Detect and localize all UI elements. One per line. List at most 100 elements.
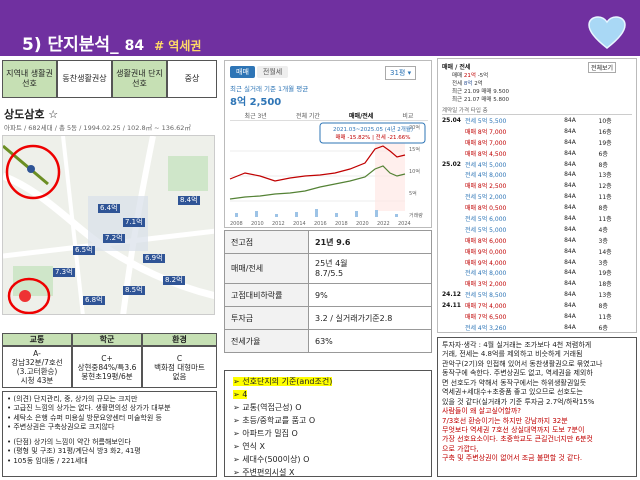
x-tick-label: 2020 [356, 221, 369, 227]
table-row[interactable]: 매매 8억 4,500 84A 6층 [440, 148, 634, 159]
summary-transport: A- 강남32분/7호선 (3.고터환승) 시청 43분 [2, 346, 72, 388]
size-select[interactable]: 31평 ▾ [385, 66, 417, 80]
summary-head-transport: 교통 [2, 333, 72, 346]
tx-title: 매매 / 전세 [442, 64, 471, 71]
range-compare[interactable]: 비교 [402, 111, 413, 120]
table-row[interactable]: 매매 8억 2,500 84A 12층 [440, 180, 634, 191]
info-row: 전세가율 63% [224, 329, 432, 353]
chart-price: 8억 2,500 [230, 97, 282, 108]
tx-stat-row: 매매 21억 -5억 [452, 73, 489, 79]
tx-stat-row: 최근 21.07 매매 5.800 [452, 97, 509, 103]
map-price-label[interactable]: 6.5억 [73, 246, 95, 256]
x-tick-label: 2024 [398, 221, 411, 227]
y-tick-label: 5억 [409, 190, 417, 197]
table-row[interactable]: 24.11 매매 7억 4,000 84A 8층 [440, 300, 634, 311]
map-price-label[interactable]: 6.9억 [143, 254, 165, 264]
table-row[interactable]: 매매 8억 0,500 84A 8층 [440, 202, 634, 213]
map-price-label[interactable]: 8.2억 [163, 276, 185, 286]
criteria-complex-pref: 생활권내 단지 선호 [112, 60, 167, 98]
table-row[interactable]: 매매 8억 6,000 84A 3층 [440, 235, 634, 246]
checklist-item: ➢ 아파트가 밀집 O [233, 429, 298, 438]
tx-stat-row: 최근 21.09 매매 9.500 [452, 89, 509, 95]
x-axis-labels: 2008 2010 2012 2014 2016 2018 2020 2022 2024 [230, 221, 411, 227]
y-tick-label: 15억 [409, 146, 420, 153]
note-line: • (평형 및 구조) 31평/계단식 방3 화2, 41평 [7, 447, 141, 456]
info-row: 투자금 3.2 / 실거래가기준2.8 [224, 306, 432, 330]
table-row[interactable]: 매매 3억 2,000 84A 18층 [440, 278, 634, 289]
comment-line: 거래, 전세는 4.8억를 제외하고 비슷하게 거래됨 [442, 350, 583, 359]
range-3y[interactable]: 최근 3년 [245, 111, 267, 120]
tx-stat-row: 전세 8억 2억 [452, 81, 483, 87]
transactions-panel: 매매 / 전세 전체보기 매매 21억 -5억 전세 8억 2억 최근 21.0… [437, 58, 637, 333]
comment-line: 관악구(2기)와 인접해 있어서 동찬생활권으로 묶였고나 [442, 359, 603, 368]
summary-head-school: 학군 [72, 333, 142, 346]
comment-highlight-line: 구축 및 주변상권이 없어서 조금 불편할 것 같다. [442, 454, 583, 463]
checklist-item: ➢ 세대수(500이상) O [233, 455, 310, 464]
tx-filter-select[interactable]: 전체보기 [588, 62, 617, 73]
checklist-title: ➢ 선호단지의 기준(and조건) [233, 377, 333, 386]
summary-environment: C 백화점 대형마트 없음 [142, 346, 217, 388]
tab-sale[interactable]: 매매 [230, 66, 255, 78]
chart-subtitle: 최근 실거래 기준 1개월 평균 [230, 85, 309, 93]
tooltip-range: 2021.03~2025.05 (4년 2개월) [332, 127, 414, 133]
table-row[interactable]: 전세 4억 8,000 84A 13층 [440, 169, 634, 180]
table-row[interactable]: 매매 9억 0,000 84A 14층 [440, 246, 634, 257]
comment-highlight-line: 가장 선호요소이다. 초중학교도 큰길건너지만 6분컷 [442, 435, 593, 444]
comment-line: 역세권+세대수+초중품 좋고 있으므로 선호도는 [442, 388, 583, 397]
x-tick-label: 2014 [293, 221, 306, 227]
table-row[interactable]: 전세 4억 3,260 84A 6층 [440, 322, 634, 332]
range-all[interactable]: 전체 기간 [296, 111, 320, 120]
header-tag: # 역세권 [154, 39, 202, 53]
table-row[interactable]: 25.02 전세 4억 5,000 84A 8층 [440, 159, 634, 170]
y-tick-label: 10억 [409, 168, 420, 175]
note-line: • 105동 임대동 / 221세대 [7, 456, 88, 465]
map-price-label[interactable]: 8.5억 [123, 286, 145, 296]
x-tick-label: 2012 [272, 221, 285, 227]
checklist-item: ➢ 4 [233, 390, 248, 399]
x-tick-label: 2016 [314, 221, 327, 227]
tab-rent[interactable]: 전월세 [256, 66, 289, 78]
table-row[interactable]: 전세 5억 5,000 84A 4층 [440, 224, 634, 235]
tooltip-change: 매매 -15.82% | 전세 -21.66% [335, 135, 411, 141]
notes-box: • (의견) 단지관리, 중, 상가의 규모는 크지만 • 고급진 느낌의 상가… [2, 391, 217, 477]
criteria-region-pref: 지역내 생활권 선호 [2, 60, 57, 98]
y-tick-label: 거래량 [409, 212, 423, 219]
map-price-label[interactable]: 7.3억 [53, 268, 75, 278]
summary-head-environment: 환경 [142, 333, 217, 346]
info-row: 매매/전세 25년 4월 8.7/5.5 [224, 253, 432, 284]
range-sale-rent[interactable]: 매매/전세 [349, 111, 373, 120]
summary-school: C+ 상현중84%/특3.6 봉현초19평/6분 [72, 346, 142, 388]
table-row[interactable]: 매매 8억 7,000 84A 19층 [440, 137, 634, 148]
map-price-label[interactable]: 6.8억 [83, 296, 105, 306]
table-row[interactable]: 매매 8억 7,000 84A 16층 [440, 126, 634, 137]
complex-size: 84 [124, 38, 145, 54]
comment-box: 투자자·생각 : 4월 실거래는 조가보다 4천 저렴하게 거래, 전세는 4.8… [437, 337, 637, 477]
map-price-label[interactable]: 7.2억 [103, 234, 125, 244]
table-row[interactable]: 24.12 전세 5억 8,500 84A 13층 [440, 289, 634, 300]
comment-highlight-line: 7/3호선 환승이기는 하지만 강남까지 32분 [442, 416, 568, 425]
map-price-label[interactable]: 8.4억 [178, 196, 200, 206]
table-row[interactable]: 25.04 전세 5억 5,500 84A 10층 [440, 115, 634, 126]
chevron-down-icon: ▾ [407, 69, 412, 77]
map-price-label[interactable]: 6.4억 [98, 204, 120, 214]
x-tick-label: 2022 [377, 221, 390, 227]
note-line: • 주변상권은 구축상권으로 크지않다 [7, 423, 115, 432]
table-row[interactable]: 전세 5억 2,000 84A 11층 [440, 191, 634, 202]
table-row[interactable]: 매매 7억 6,500 84A 11층 [440, 311, 634, 322]
x-tick-label: 2010 [251, 221, 264, 227]
table-row[interactable]: 전세 5억 6,000 84A 11층 [440, 213, 634, 224]
map-canvas [3, 136, 214, 314]
map-price-label[interactable]: 7.1억 [123, 218, 145, 228]
page-title: 5) 단지분석_ 84 # 역세권 [22, 35, 202, 55]
x-tick-label: 2018 [335, 221, 348, 227]
location-map[interactable]: 6.4억 7.1억 7.2억 6.5억 6.9억 8.4억 7.3억 8.2억 … [2, 135, 215, 315]
info-row: 전고점 21년 9.6 [224, 230, 432, 254]
info-table: 전고점 21년 9.6 매매/전세 25년 4월 8.7/5.5 고점대비하락률 9%… [224, 230, 432, 353]
note-line: • 세탁소 은행 슈퍼 미용실 방문요양센터 미술학원 등 [7, 413, 162, 422]
checklist-item: ➢ 교통(역접근성) O [233, 403, 302, 412]
table-row[interactable]: 매매 9억 4,000 84A 3층 [440, 257, 634, 268]
note-line: • 고급진 느낌의 상가는 없다. 생활편의성 상가가 대부분 [7, 404, 171, 413]
complex-name: 상도삼호 ☆ [4, 108, 59, 121]
table-row[interactable]: 전세 4억 8,000 84A 19층 [440, 267, 634, 278]
complex-meta: 아파트 / 682세대 / 총 5동 / 1994.02.25 / 102.8㎡… [4, 124, 191, 132]
